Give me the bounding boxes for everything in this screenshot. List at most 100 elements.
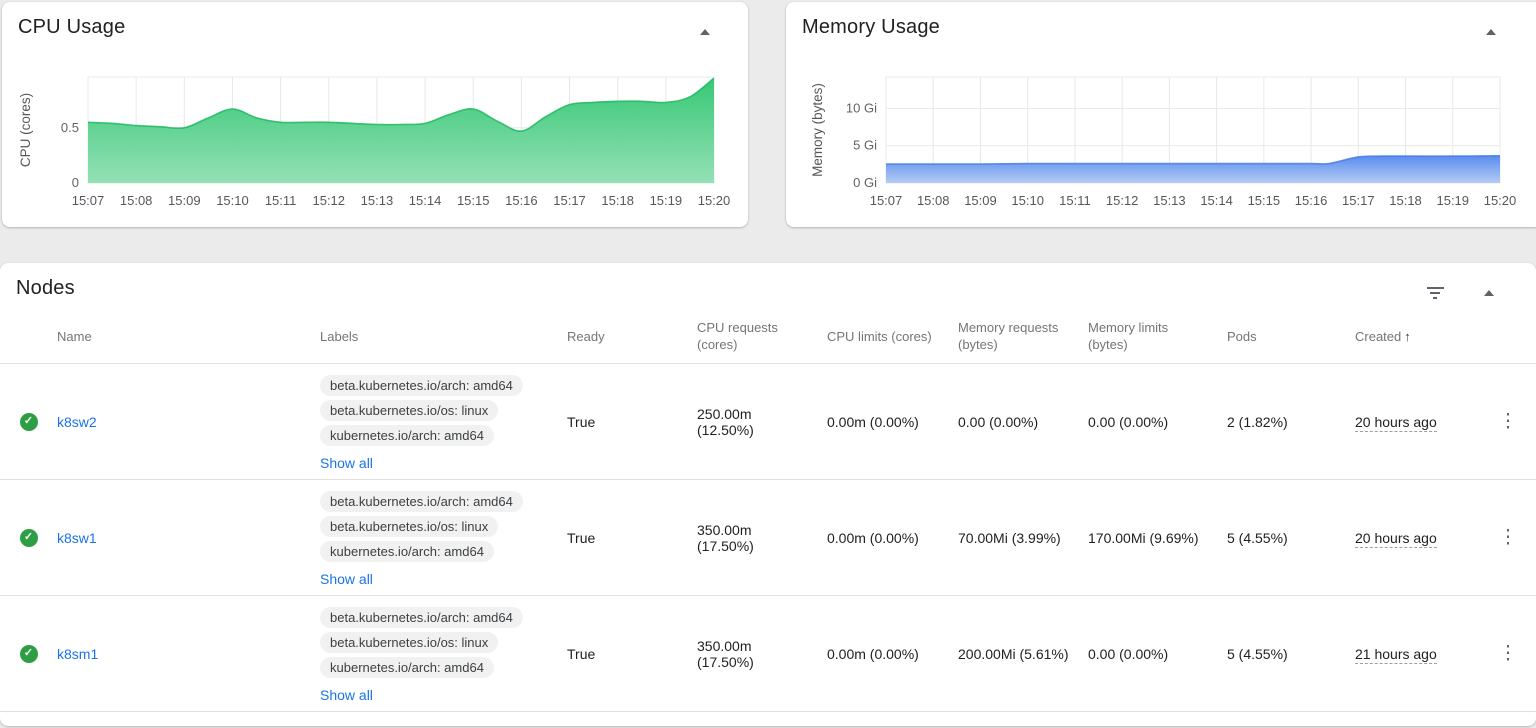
node-labels-cell: beta.kubernetes.io/arch: amd64beta.kuber… <box>320 603 567 704</box>
node-pods-cell: 5 (4.55%) <box>1227 646 1355 662</box>
svg-text:CPU (cores): CPU (cores) <box>18 93 33 167</box>
svg-text:15:20: 15:20 <box>698 193 731 208</box>
node-name-cell: k8sm1 <box>57 646 320 662</box>
column-header-memory_limits[interactable]: Memory limits (bytes) <box>1088 319 1227 353</box>
svg-text:Memory (bytes): Memory (bytes) <box>810 83 825 177</box>
svg-text:5 Gi: 5 Gi <box>853 138 877 153</box>
node-name-cell: k8sw2 <box>57 414 320 430</box>
row-menu-kebab-button[interactable]: ⋮ <box>1493 642 1524 665</box>
svg-text:15:09: 15:09 <box>964 193 997 208</box>
node-pods-cell: 2 (1.82%) <box>1227 414 1355 430</box>
node-created-cell: 20 hours ago <box>1355 530 1480 546</box>
node-pods-cell: 5 (4.55%) <box>1227 530 1355 546</box>
show-all-labels-link[interactable]: Show all <box>320 455 373 471</box>
nodes-card: Nodes Name Labels Ready CPU requests (cores… <box>0 263 1536 726</box>
show-all-labels-link[interactable]: Show all <box>320 571 373 587</box>
svg-text:15:13: 15:13 <box>361 193 394 208</box>
node-ready-check-icon: ✓ <box>20 413 38 431</box>
created-relative-time: 20 hours ago <box>1355 530 1437 548</box>
svg-text:15:11: 15:11 <box>265 193 297 208</box>
node-ready-check-icon: ✓ <box>20 645 38 663</box>
svg-text:15:09: 15:09 <box>168 193 201 208</box>
dashboard-page: { "cards": { "cpu": { "title": "CPU Usag… <box>0 0 1536 728</box>
memory-usage-chart: 0 Gi5 Gi10 Gi15:0715:0815:0915:1015:1115… <box>786 2 1536 227</box>
svg-text:0 Gi: 0 Gi <box>853 175 877 190</box>
node-row-k8sw2: ✓k8sw2beta.kubernetes.io/arch: amd64beta… <box>0 364 1536 480</box>
svg-text:15:15: 15:15 <box>457 193 490 208</box>
node-status-cell: ✓ <box>20 529 38 547</box>
nodes-collapse-button[interactable] <box>1476 280 1502 306</box>
node-label-pill: beta.kubernetes.io/arch: amd64 <box>320 375 523 396</box>
column-header-cpu_requests[interactable]: CPU requests (cores) <box>697 319 827 353</box>
nodes-card-title: Nodes <box>16 277 75 300</box>
node-ready-cell: True <box>567 414 697 430</box>
node-cpu-requests-cell: 350.00m (17.50%) <box>697 522 827 554</box>
column-header-label: Labels <box>320 329 358 344</box>
column-header-label: Created <box>1355 329 1401 344</box>
svg-text:15:19: 15:19 <box>1436 193 1469 208</box>
node-created-cell: 21 hours ago <box>1355 646 1480 662</box>
column-header-label: Memory requests (bytes) <box>958 320 1058 352</box>
cpu-usage-chart: 00.515:0715:0815:0915:1015:1115:1215:131… <box>2 2 748 227</box>
column-header-label: CPU requests (cores) <box>697 320 778 352</box>
node-name-link[interactable]: k8sw2 <box>57 414 97 430</box>
node-created-cell: 20 hours ago <box>1355 414 1480 430</box>
svg-text:15:20: 15:20 <box>1484 193 1517 208</box>
node-memory-requests-cell: 200.00Mi (5.61%) <box>958 646 1088 662</box>
svg-text:0: 0 <box>72 175 79 190</box>
node-labels-cell: beta.kubernetes.io/arch: amd64 beta.kuber… <box>320 371 567 472</box>
node-label-pill: kubernetes.io/arch: amd64 <box>320 425 494 446</box>
svg-text:15:07: 15:07 <box>72 193 105 208</box>
node-name-link[interactable]: k8sw1 <box>57 530 97 546</box>
svg-text:15:14: 15:14 <box>409 193 442 208</box>
node-memory-limits-cell: 0.00 (0.00%) <box>1088 646 1227 662</box>
svg-text:0.5: 0.5 <box>61 120 79 135</box>
svg-text:15:17: 15:17 <box>1342 193 1375 208</box>
nodes-filter-button[interactable] <box>1422 280 1448 306</box>
svg-text:15:13: 15:13 <box>1153 193 1186 208</box>
svg-text:10 Gi: 10 Gi <box>846 100 877 115</box>
node-memory-limits-cell: 170.00Mi (9.69%) <box>1088 530 1227 546</box>
column-header-ready[interactable]: Ready <box>567 328 697 345</box>
svg-text:15:18: 15:18 <box>1389 193 1422 208</box>
svg-text:15:10: 15:10 <box>1011 193 1044 208</box>
node-label-pill: beta.kubernetes.io/arch: amd64 <box>320 607 523 628</box>
node-row-k8sw1: ✓ k8sw1 beta.kubernetes.io/arch: amd64beta… <box>0 480 1536 596</box>
nodes-card-header: Nodes <box>0 263 1536 315</box>
nodes-table-body: ✓ k8sw2 beta.kubernetes.io/arch: amd64 beta… <box>0 364 1536 712</box>
node-labels-cell: beta.kubernetes.io/arch: amd64beta.kuber… <box>320 487 567 588</box>
column-header-name[interactable]: Name <box>57 328 320 345</box>
node-label-pill: kubernetes.io/arch: amd64 <box>320 657 494 678</box>
svg-text:15:17: 15:17 <box>553 193 586 208</box>
node-cpu-requests-cell: 350.00m (17.50%) <box>697 638 827 670</box>
row-menu-kebab-button[interactable]: ⋮ <box>1493 410 1524 433</box>
memory-usage-card: Memory Usage 0 Gi5 Gi10 Gi15:0715:0815:0… <box>786 2 1536 227</box>
show-all-labels-link[interactable]: Show all <box>320 687 373 703</box>
column-header-pods[interactable]: Pods <box>1227 328 1355 345</box>
row-menu-kebab-button[interactable]: ⋮ <box>1493 526 1524 549</box>
svg-text:15:14: 15:14 <box>1200 193 1233 208</box>
nodes-table: Name Labels Ready CPU requests (cores) CPU l… <box>0 315 1536 712</box>
column-header-memory_requests[interactable]: Memory requests (bytes) <box>958 319 1088 353</box>
sort-ascending-icon: ↑ <box>1404 329 1411 344</box>
node-ready-cell: True <box>567 646 697 662</box>
node-ready-check-icon: ✓ <box>20 529 38 547</box>
node-name-link[interactable]: k8sm1 <box>57 646 98 662</box>
column-header-cpu_limits[interactable]: CPU limits (cores) <box>827 328 958 345</box>
node-actions-cell: ⋮ <box>1493 410 1524 433</box>
node-label-pill: beta.kubernetes.io/arch: amd64 <box>320 491 523 512</box>
svg-text:15:12: 15:12 <box>312 193 345 208</box>
column-header-label: Name <box>57 329 92 344</box>
node-status-cell: ✓ <box>20 413 38 431</box>
svg-text:15:15: 15:15 <box>1248 193 1281 208</box>
svg-text:15:16: 15:16 <box>505 193 538 208</box>
node-row-k8sm1: ✓ k8sm1 beta.kubernetes.io/arch: amd64beta… <box>0 596 1536 712</box>
node-cpu-limits-cell: 0.00m (0.00%) <box>827 414 958 430</box>
svg-text:15:07: 15:07 <box>870 193 903 208</box>
node-label-pill: beta.kubernetes.io/os: linux <box>320 400 498 421</box>
node-actions-cell: ⋮ <box>1493 526 1524 549</box>
column-header-label: Ready <box>567 329 605 344</box>
column-header-created[interactable]: Created↑ <box>1355 328 1480 345</box>
svg-text:15:08: 15:08 <box>120 193 153 208</box>
column-header-labels: Labels <box>320 328 567 345</box>
